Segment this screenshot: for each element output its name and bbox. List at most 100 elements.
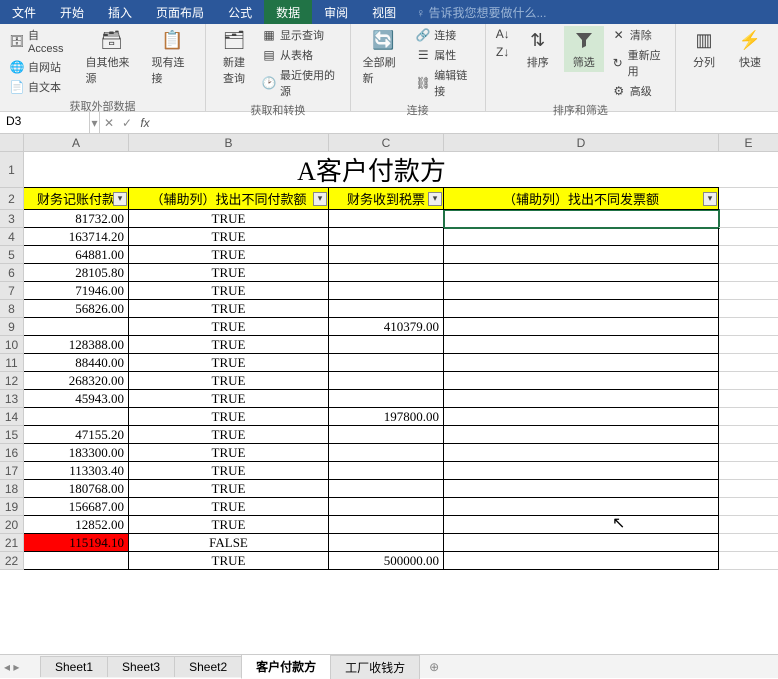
cell-A16[interactable]: 183300.00: [24, 444, 129, 462]
cell-A6[interactable]: 28105.80: [24, 264, 129, 282]
cell-D7[interactable]: [444, 282, 719, 300]
cell-B6[interactable]: TRUE: [129, 264, 329, 282]
refresh-all-button[interactable]: 🔄全部刷新: [359, 26, 409, 88]
sheet-tab-Sheet2[interactable]: Sheet2: [174, 656, 242, 677]
add-sheet-button[interactable]: ⊕: [419, 657, 449, 677]
cell-B21[interactable]: FALSE: [129, 534, 329, 552]
sheet-tab-工厂收钱方[interactable]: 工厂收钱方: [330, 655, 420, 679]
cell-D16[interactable]: [444, 444, 719, 462]
row-header-10[interactable]: 10: [0, 336, 24, 354]
new-query-button[interactable]: 🗂新建 查询: [214, 26, 254, 88]
cell-E10[interactable]: [719, 336, 778, 354]
cell-D10[interactable]: [444, 336, 719, 354]
cell-D5[interactable]: [444, 246, 719, 264]
cell-C18[interactable]: [329, 480, 444, 498]
show-queries-button[interactable]: ▦显示查询: [260, 26, 342, 44]
cell-E22[interactable]: [719, 552, 778, 570]
cell-E17[interactable]: [719, 462, 778, 480]
cell-E5[interactable]: [719, 246, 778, 264]
cell-B11[interactable]: TRUE: [129, 354, 329, 372]
cell-B8[interactable]: TRUE: [129, 300, 329, 318]
cell-B12[interactable]: TRUE: [129, 372, 329, 390]
cell-C17[interactable]: [329, 462, 444, 480]
cell-B5[interactable]: TRUE: [129, 246, 329, 264]
cell-E11[interactable]: [719, 354, 778, 372]
cell-A17[interactable]: 113303.40: [24, 462, 129, 480]
cell-E8[interactable]: [719, 300, 778, 318]
cell-D11[interactable]: [444, 354, 719, 372]
cell-E19[interactable]: [719, 498, 778, 516]
clear-filter-button[interactable]: ✕清除: [610, 26, 667, 44]
row-header-22[interactable]: 22: [0, 552, 24, 570]
cell-E14[interactable]: [719, 408, 778, 426]
cell-D20[interactable]: [444, 516, 719, 534]
cell-E1[interactable]: [719, 152, 778, 188]
cell-D17[interactable]: [444, 462, 719, 480]
cell-D22[interactable]: [444, 552, 719, 570]
cell-C13[interactable]: [329, 390, 444, 408]
row-header-9[interactable]: 9: [0, 318, 24, 336]
filter-dropdown-c[interactable]: ▾: [428, 192, 442, 206]
cell-D13[interactable]: [444, 390, 719, 408]
cell-A13[interactable]: 45943.00: [24, 390, 129, 408]
cell-A21[interactable]: 115194.10: [24, 534, 129, 552]
title-cell[interactable]: A客户付款方: [24, 152, 719, 188]
cell-E6[interactable]: [719, 264, 778, 282]
cell-A10[interactable]: 128388.00: [24, 336, 129, 354]
row-header-13[interactable]: 13: [0, 390, 24, 408]
cell-C7[interactable]: [329, 282, 444, 300]
ribbon-tab-数据[interactable]: 数据: [264, 0, 312, 24]
filter-button[interactable]: 筛选: [564, 26, 604, 72]
row-header-8[interactable]: 8: [0, 300, 24, 318]
sort-button[interactable]: ⇅排序: [518, 26, 558, 72]
cell-C12[interactable]: [329, 372, 444, 390]
cell-B10[interactable]: TRUE: [129, 336, 329, 354]
cell-A20[interactable]: 12852.00: [24, 516, 129, 534]
sheet-tab-Sheet1[interactable]: Sheet1: [40, 656, 108, 677]
column-header-D[interactable]: D: [444, 134, 719, 152]
header-b[interactable]: （辅助列）找出不同付款额▾: [129, 188, 329, 210]
cell-D8[interactable]: [444, 300, 719, 318]
column-header-B[interactable]: B: [129, 134, 329, 152]
tell-me-input[interactable]: ♀ 告诉我您想要做什么...: [408, 0, 554, 24]
cell-E13[interactable]: [719, 390, 778, 408]
cell-A8[interactable]: 56826.00: [24, 300, 129, 318]
header-c[interactable]: 财务收到税票▾: [329, 188, 444, 210]
ribbon-tab-审阅[interactable]: 审阅: [312, 0, 360, 24]
row-header-21[interactable]: 21: [0, 534, 24, 552]
row-header-6[interactable]: 6: [0, 264, 24, 282]
from-table-button[interactable]: ▤从表格: [260, 46, 342, 64]
name-box[interactable]: D3: [0, 112, 90, 133]
cell-A3[interactable]: 81732.00: [24, 210, 129, 228]
cell-B17[interactable]: TRUE: [129, 462, 329, 480]
cell-D14[interactable]: [444, 408, 719, 426]
cell-E4[interactable]: [719, 228, 778, 246]
row-header-12[interactable]: 12: [0, 372, 24, 390]
cell-E3[interactable]: [719, 210, 778, 228]
cell-E9[interactable]: [719, 318, 778, 336]
cell-B16[interactable]: TRUE: [129, 444, 329, 462]
cell-E2[interactable]: [719, 188, 778, 210]
cell-B14[interactable]: TRUE: [129, 408, 329, 426]
properties-button[interactable]: ☰属性: [414, 46, 476, 64]
filter-dropdown-b[interactable]: ▾: [313, 192, 327, 206]
cell-C9[interactable]: 410379.00: [329, 318, 444, 336]
row-header-4[interactable]: 4: [0, 228, 24, 246]
row-header-14[interactable]: 14: [0, 408, 24, 426]
row-header-17[interactable]: 17: [0, 462, 24, 480]
cell-D12[interactable]: [444, 372, 719, 390]
cell-B13[interactable]: TRUE: [129, 390, 329, 408]
row-header-7[interactable]: 7: [0, 282, 24, 300]
cell-B9[interactable]: TRUE: [129, 318, 329, 336]
cell-B7[interactable]: TRUE: [129, 282, 329, 300]
cell-E15[interactable]: [719, 426, 778, 444]
cell-C8[interactable]: [329, 300, 444, 318]
cell-E16[interactable]: [719, 444, 778, 462]
cell-D3[interactable]: [444, 210, 719, 228]
sort-az-button[interactable]: A↓: [494, 26, 512, 42]
row-header-18[interactable]: 18: [0, 480, 24, 498]
cell-A4[interactable]: 163714.20: [24, 228, 129, 246]
from-text-button[interactable]: 📄自文本: [8, 78, 76, 96]
cancel-formula-button[interactable]: ✕: [100, 112, 118, 133]
cell-C5[interactable]: [329, 246, 444, 264]
